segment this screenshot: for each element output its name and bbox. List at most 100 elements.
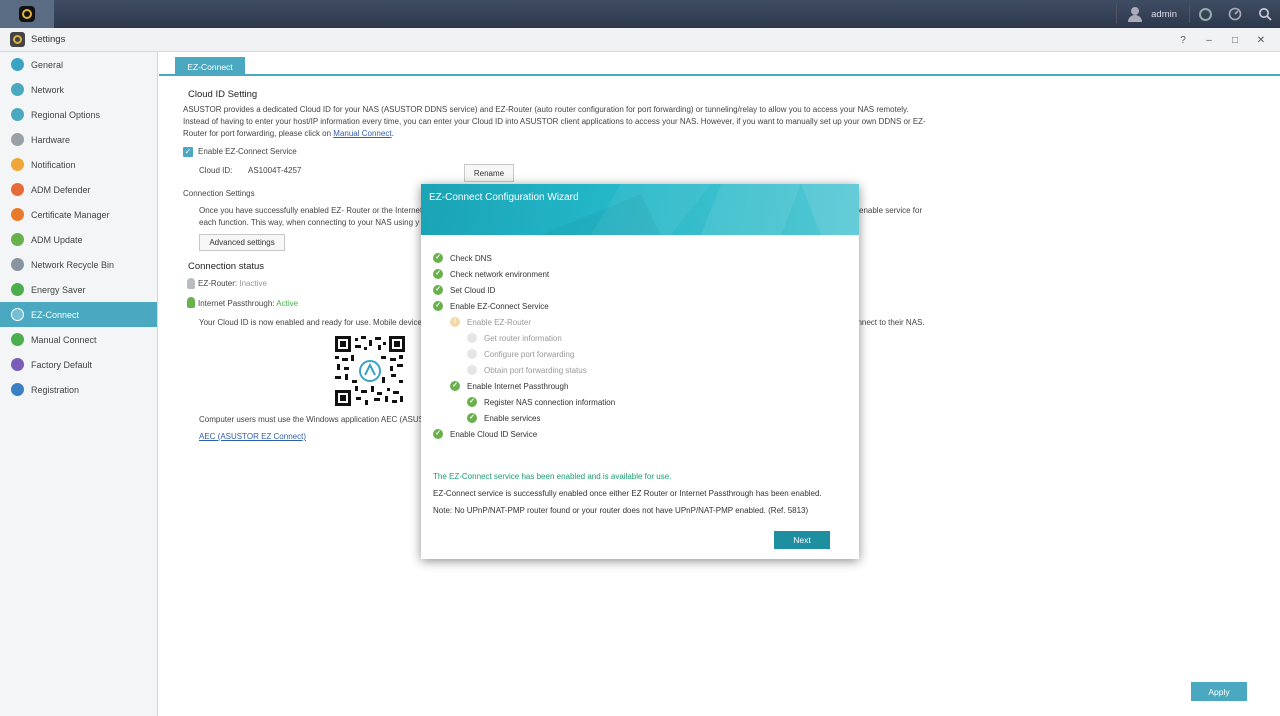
sidebar-item-notification[interactable]: Notification (0, 152, 157, 177)
sidebar-item-label: Hardware (31, 134, 71, 145)
ez-router-status-row: EZ-Router: Inactive (198, 278, 267, 290)
warning-icon: ! (450, 317, 460, 327)
sidebar-item-hardware[interactable]: Hardware (0, 127, 157, 152)
description-end: . (391, 129, 394, 138)
apply-button[interactable]: Apply (1191, 682, 1247, 701)
user-menu[interactable]: admin (1117, 6, 1189, 22)
sidebar-item-ez-connect[interactable]: EZ-Connect (0, 302, 157, 327)
wizard-title: EZ-Connect Configuration Wizard (429, 192, 579, 203)
check-icon: ✓ (467, 413, 477, 423)
sidebar-item-label: ADM Defender (31, 184, 91, 195)
tab-ez-connect[interactable]: EZ-Connect (175, 57, 245, 76)
check-icon: ✓ (433, 429, 443, 439)
wizard-step-label: Enable Cloud ID Service (450, 429, 538, 439)
top-right-area: admin (1116, 0, 1280, 28)
sidebar-item-label: EZ-Connect (31, 309, 80, 320)
regional-icon (11, 108, 24, 121)
sidebar-item-label: Network (31, 84, 65, 95)
wizard-step-label: Check network environment (450, 269, 550, 279)
wizard-step: ✓ Enable EZ-Connect Service (433, 301, 549, 311)
wizard-step-label: Enable EZ-Connect Service (450, 301, 549, 311)
sidebar-item-label: ADM Update (31, 234, 83, 245)
wizard-step-label: Enable EZ-Router (467, 317, 532, 327)
note-message: Note: No UPnP/NAT-PMP router found or yo… (433, 506, 809, 515)
sidebar-item-manual-connect[interactable]: Manual Connect (0, 327, 157, 352)
wizard-step-label: Obtain port forwarding status (484, 365, 587, 375)
registration-icon (11, 383, 24, 396)
check-icon: ✓ (433, 301, 443, 311)
wizard-step: ✓ Set Cloud ID (433, 285, 495, 295)
wizard-step-label: Register NAS connection information (484, 397, 616, 407)
cloud-id-heading: Cloud ID Setting (188, 89, 258, 100)
recycle-bin-icon (11, 258, 24, 271)
computer-users-text: Computer users must use the Windows appl… (199, 415, 424, 424)
sidebar-item-registration[interactable]: Registration (0, 377, 157, 402)
wizard-step-label: Enable services (484, 413, 541, 423)
minimize-button[interactable]: – (1196, 35, 1222, 46)
sidebar-item-label: Regional Options (31, 109, 101, 120)
check-icon: ✓ (433, 285, 443, 295)
help-button[interactable]: ? (1170, 35, 1196, 46)
pending-icon (467, 333, 477, 343)
window-title-bar: Settings ? – □ ✕ (0, 28, 1280, 52)
sidebar-item-network-recycle-bin[interactable]: Network Recycle Bin (0, 252, 157, 277)
sidebar-item-adm-defender[interactable]: ADM Defender (0, 177, 157, 202)
sidebar-item-adm-update[interactable]: ADM Update (0, 227, 157, 252)
sidebar-item-label: Energy Saver (31, 284, 86, 295)
defender-icon (11, 183, 24, 196)
wizard-step: ! Enable EZ-Router (450, 317, 531, 327)
dashboard-icon[interactable] (1220, 0, 1250, 28)
pending-icon (467, 365, 477, 375)
qr-code-image (335, 336, 405, 406)
general-icon (11, 58, 24, 71)
settings-gear-icon (19, 6, 35, 22)
next-button[interactable]: Next (774, 531, 830, 549)
wizard-step-label: Set Cloud ID (450, 285, 496, 295)
connection-status-heading: Connection status (188, 261, 265, 272)
rename-button[interactable]: Rename (464, 164, 514, 182)
wizard-step: ✓ Enable services (467, 413, 540, 423)
passthrough-label: Internet Passthrough: (198, 299, 275, 308)
wizard-step: ✓ Check network environment (433, 269, 549, 279)
energy-icon (11, 283, 24, 296)
ez-router-label: EZ-Router: (198, 279, 238, 288)
notification-icon[interactable] (1190, 0, 1220, 28)
top-bar: admin (0, 0, 1280, 28)
connection-settings-label: Connection Settings (183, 189, 255, 198)
sidebar-item-label: Manual Connect (31, 334, 97, 345)
enable-ez-connect-checkbox[interactable]: ✓ (183, 147, 193, 157)
wizard-step: ✓ Enable Internet Passthrough (450, 381, 568, 391)
manual-connect-link[interactable]: Manual Connect (333, 129, 391, 138)
cloud-id-label: Cloud ID: (199, 166, 233, 175)
connection-description-1-end: enable service for (859, 206, 923, 215)
sidebar-item-factory-default[interactable]: Factory Default (0, 352, 157, 377)
close-button[interactable]: ✕ (1248, 35, 1274, 46)
hardware-icon (11, 133, 24, 146)
aec-link[interactable]: AEC (ASUSTOR EZ Connect) (199, 431, 306, 443)
wizard-step: Obtain port forwarding status (467, 365, 587, 375)
passthrough-status: Active (276, 299, 299, 308)
check-icon: ✓ (433, 253, 443, 263)
sidebar-item-regional-options[interactable]: Regional Options (0, 102, 157, 127)
success-message: The EZ-Connect service has been enabled … (433, 472, 672, 481)
maximize-button[interactable]: □ (1222, 35, 1248, 46)
check-icon: ✓ (467, 397, 477, 407)
sidebar-item-label: Certificate Manager (31, 209, 110, 220)
tab-bar: EZ-Connect (159, 52, 1280, 76)
window-title: Settings (31, 34, 66, 45)
check-icon: ✓ (450, 381, 460, 391)
description-line-3: Router for port forwarding, please click… (183, 128, 943, 140)
network-icon (11, 83, 24, 96)
sidebar-item-certificate-manager[interactable]: Certificate Manager (0, 202, 157, 227)
sidebar-item-network[interactable]: Network (0, 77, 157, 102)
search-icon[interactable] (1250, 0, 1280, 28)
sidebar-item-energy-saver[interactable]: Energy Saver (0, 277, 157, 302)
wizard-step: Get router information (467, 333, 562, 343)
ez-router-status: Inactive (239, 279, 267, 288)
factory-default-icon (11, 358, 24, 371)
settings-app-button[interactable] (0, 0, 54, 28)
description-line-2: Instead of having to enter your host/IP … (183, 117, 926, 126)
sidebar-item-general[interactable]: General (0, 52, 157, 77)
advanced-settings-button[interactable]: Advanced settings (199, 234, 285, 251)
cloud-enabled-text-end: connect to their NAS. (849, 318, 925, 327)
